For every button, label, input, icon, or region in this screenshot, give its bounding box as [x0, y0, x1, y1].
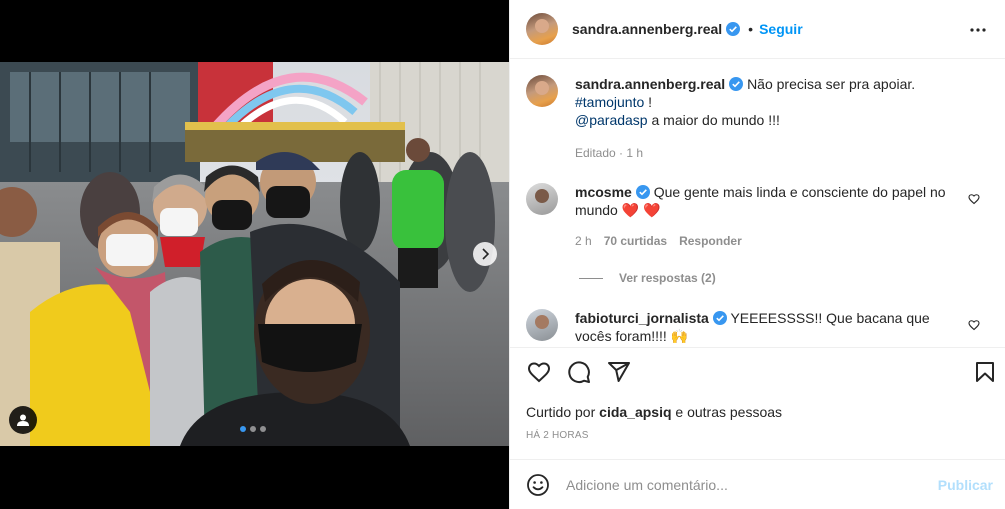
caption-text: Não precisa ser pra apoiar. [747, 76, 916, 92]
follow-button[interactable]: Seguir [759, 21, 803, 37]
author-avatar[interactable] [526, 13, 558, 45]
view-replies-label: Ver respostas (2) [619, 271, 716, 285]
verified-badge-icon [729, 77, 744, 91]
post-actions [510, 360, 1005, 392]
save-bookmark-icon[interactable] [973, 360, 997, 384]
caption-hashtag-suffix: ! [644, 94, 653, 110]
comment-time[interactable]: 2 h [575, 232, 592, 250]
post-caption: sandra.annenberg.real Não precisa ser pr… [526, 75, 990, 162]
chevron-right-icon [482, 248, 490, 260]
post-header: sandra.annenberg.real • Seguir [510, 0, 1005, 59]
comment-bubble-icon[interactable] [567, 360, 591, 384]
caption-edited-time: Editado · 1 h [575, 146, 644, 160]
caption-author-avatar[interactable] [526, 75, 558, 107]
caption-mention-suffix: a maior do mundo !!! [647, 112, 780, 128]
post-panel: sandra.annenberg.real • Seguir sandra.an… [509, 0, 1005, 509]
commenter-avatar[interactable] [526, 309, 558, 341]
verified-badge-icon [712, 311, 727, 325]
comment-item: fabioturci_jornalista YEEEESSSS!! Que ba… [526, 309, 990, 345]
verified-badge-icon [726, 22, 741, 36]
carousel-indicator [240, 426, 266, 432]
tagged-people-button[interactable] [9, 406, 37, 434]
likes-prefix: Curtido por [526, 404, 600, 420]
verified-badge-icon [635, 185, 650, 199]
carousel-next-button[interactable] [473, 242, 497, 266]
comment-likes-count[interactable]: 70 curtidas [604, 232, 667, 250]
likes-summary[interactable]: Curtido por cida_apsiq e outras pessoas [526, 404, 782, 420]
post-timestamp[interactable]: HÁ 2 HORAS [526, 430, 589, 441]
post-media [0, 0, 509, 509]
user-icon [17, 414, 29, 426]
comment-composer: Publicar [510, 459, 1005, 509]
carousel-dot-active [240, 426, 246, 432]
caption-hashtag[interactable]: #tamojunto [575, 94, 644, 110]
view-replies-button[interactable]: Ver respostas (2) [579, 271, 716, 285]
emoji-smiley-icon[interactable] [526, 473, 550, 497]
comment-username[interactable]: fabioturci_jornalista [575, 310, 709, 326]
comment-like-heart-icon[interactable] [968, 319, 980, 331]
author-username[interactable]: sandra.annenberg.real [572, 21, 722, 37]
carousel-dot [250, 426, 256, 432]
comments-list[interactable]: sandra.annenberg.real Não precisa ser pr… [510, 59, 1005, 348]
commenter-avatar[interactable] [526, 183, 558, 215]
comment-item: mcosme Que gente mais linda e consciente… [526, 183, 990, 250]
share-send-icon[interactable] [607, 360, 631, 384]
like-heart-icon[interactable] [527, 360, 551, 384]
comment-input[interactable] [566, 476, 926, 493]
header-separator: • [748, 21, 754, 37]
likes-user[interactable]: cida_apsiq [599, 404, 671, 420]
more-options-button[interactable] [966, 18, 990, 42]
more-dots-icon [970, 28, 986, 32]
caption-mention[interactable]: @paradasp [575, 112, 648, 128]
publish-button[interactable]: Publicar [938, 477, 993, 493]
caption-username[interactable]: sandra.annenberg.real [575, 76, 725, 92]
likes-suffix: e outras pessoas [671, 404, 783, 420]
comment-reply-button[interactable]: Responder [679, 232, 742, 250]
post-photo[interactable] [0, 62, 509, 446]
comment-like-heart-icon[interactable] [968, 193, 980, 205]
replies-divider [579, 277, 603, 279]
comment-username[interactable]: mcosme [575, 184, 632, 200]
carousel-dot [260, 426, 266, 432]
crowd-selfie-image [0, 62, 509, 446]
